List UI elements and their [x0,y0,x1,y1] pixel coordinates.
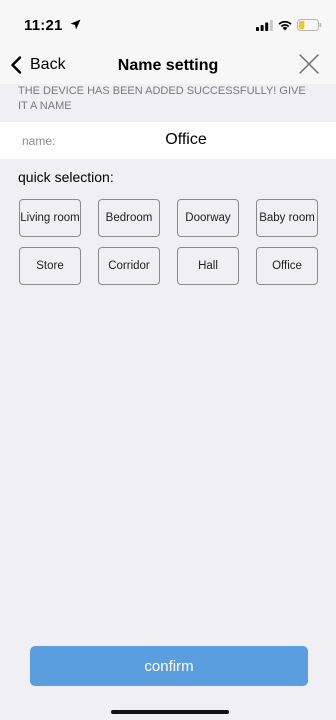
name-label: name: [22,134,56,148]
battery-icon [297,19,322,31]
quick-option-store[interactable]: Store [19,247,81,285]
quick-option-hall[interactable]: Hall [177,247,239,285]
quick-option-office[interactable]: Office [256,247,318,285]
quick-option-bedroom[interactable]: Bedroom [98,199,160,237]
nav-bar: Back Name setting [0,44,336,84]
page-title: Name setting [117,57,219,74]
quick-option-corridor[interactable]: Corridor [98,247,160,285]
status-time: 11:21 [24,17,63,34]
success-notice: THE DEVICE HAS BEEN ADDED SUCCESSFULLY! … [18,85,306,112]
status-bar: 11:21 [0,0,336,44]
location-arrow-icon [70,19,81,30]
quick-selection-title: quick selection: [18,169,114,185]
quick-option-doorway[interactable]: Doorway [177,199,239,237]
signal-icon [256,20,273,31]
name-input[interactable] [70,127,302,153]
name-row: name: [0,122,336,159]
name-setting-screen: 11:21 Back Name setting THE DEVICE HAS B… [0,0,336,720]
quick-option-baby-room[interactable]: Baby room [256,199,318,237]
confirm-button[interactable]: confirm [30,646,308,686]
home-indicator [111,710,229,714]
close-icon[interactable] [298,53,320,75]
wifi-icon [278,20,292,31]
quick-option-living-room[interactable]: Living room [19,199,81,237]
